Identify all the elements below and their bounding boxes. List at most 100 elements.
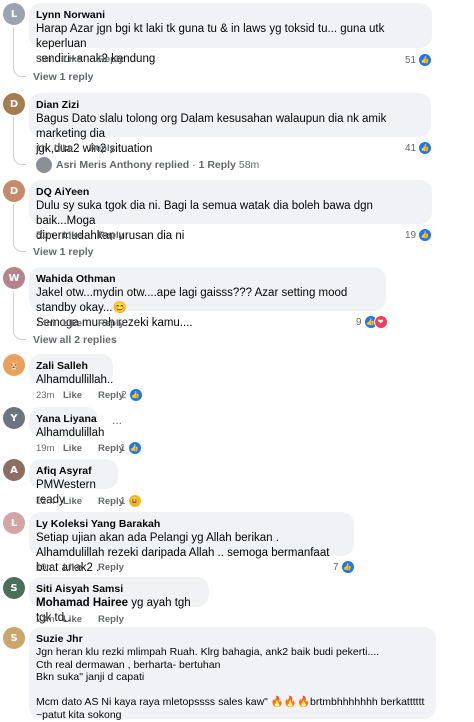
timestamp[interactable]: 51m xyxy=(36,230,63,241)
like-reaction-icon: 👍 xyxy=(418,141,433,155)
comment-meta: 19m Like Reply xyxy=(36,562,140,573)
comment-bubble: Wahida Othman Jakel otw...mydin otw....a… xyxy=(29,267,386,329)
like-button[interactable]: Like xyxy=(63,318,82,329)
comment-text: Alhamdulillah xyxy=(36,427,105,439)
reaction-summary[interactable]: 1 👍 xyxy=(120,441,142,455)
commenter-name[interactable]: Yana Liyana xyxy=(36,412,97,426)
like-reaction-icon: 👍 xyxy=(127,441,142,455)
like-button[interactable]: Like xyxy=(63,496,82,507)
like-button[interactable]: Like xyxy=(63,562,82,573)
reaction-summary[interactable]: 2 👍 xyxy=(121,388,143,402)
reply-button[interactable]: Reply xyxy=(98,54,124,65)
commenter-name[interactable]: Siti Aisyah Samsi xyxy=(36,582,201,596)
reaction-summary[interactable]: 7 👍 xyxy=(333,560,355,574)
tagged-user[interactable]: Mohamad Hairee xyxy=(36,597,128,609)
like-reaction-icon: 👍 xyxy=(340,560,355,574)
reply-action: replied xyxy=(154,159,190,171)
avatar[interactable]: L xyxy=(3,3,25,25)
avatar[interactable]: A xyxy=(3,459,25,481)
comment-bubble: DQ AiYeen Dulu sy suka tgok dia ni. Bagi… xyxy=(29,180,432,242)
reply-count: 1 Reply xyxy=(198,159,236,171)
timestamp[interactable]: 19m xyxy=(36,443,63,454)
commenter-name[interactable]: DQ AiYeen xyxy=(36,185,424,199)
comment-bubble: Zali Salleh Alhamdullillah.. xyxy=(29,354,113,386)
reaction-count: 1 xyxy=(120,442,126,454)
reply-time: 58m xyxy=(238,159,260,171)
avatar[interactable]: D xyxy=(3,180,25,202)
reply-separator: · xyxy=(192,159,196,171)
reaction-summary[interactable]: 1 😆 xyxy=(120,494,142,508)
like-button[interactable]: Like xyxy=(63,54,82,65)
reply-preview[interactable]: Asri Meris Anthony replied · 1 Reply 58m xyxy=(36,157,259,173)
reaction-count: 2 xyxy=(121,389,127,401)
timestamp[interactable]: 23m xyxy=(36,614,63,625)
comment-bubble: Afiq Asyraf PMWestern ready xyxy=(29,459,118,506)
reaction-count: 51 xyxy=(405,54,417,66)
avatar[interactable]: D xyxy=(3,93,25,115)
reaction-summary[interactable]: 41 👍 xyxy=(405,141,433,155)
reply-button[interactable]: Reply xyxy=(89,143,115,154)
timestamp[interactable]: 39m xyxy=(36,54,63,65)
avatar[interactable]: S xyxy=(3,577,25,599)
timestamp[interactable]: 19m xyxy=(36,562,63,573)
comment-meta: 1h Like Reply xyxy=(36,143,131,154)
thread-line xyxy=(13,117,26,165)
reaction-count: 41 xyxy=(405,142,417,154)
avatar[interactable]: S xyxy=(3,627,25,649)
timestamp[interactable]: 14m xyxy=(36,318,63,329)
view-replies-link[interactable]: View 1 reply xyxy=(33,246,94,258)
reply-button[interactable]: Reply xyxy=(98,390,124,401)
comment-bubble: Suzie Jhr Jgn heran klu rezki mlimpah Ru… xyxy=(29,627,436,721)
commenter-name[interactable]: Dian Zizi xyxy=(36,98,423,112)
avatar xyxy=(36,157,52,173)
comment-bubble: Ly Koleksi Yang Barakah Setiap ujian aka… xyxy=(29,512,354,574)
comment-meta: 23m Like Reply xyxy=(36,390,130,401)
thread-line xyxy=(13,204,26,252)
comment-meta: 14m Like Reply xyxy=(36,318,140,329)
comment-bubble: Yana Liyana Alhamdulillah xyxy=(29,407,104,439)
reaction-count: 1 xyxy=(120,495,126,507)
comment-meta: 23m Like Reply xyxy=(36,614,140,625)
comment-bubble: Lynn Norwani Harap Azar jgn bgi kt laki … xyxy=(29,3,432,65)
reply-button[interactable]: Reply xyxy=(98,562,124,573)
commenter-name[interactable]: Wahida Othman xyxy=(36,272,378,286)
comment-text: Alhamdullillah.. xyxy=(36,374,114,386)
comment-meta: 19m Like Reply xyxy=(36,443,130,454)
like-reaction-icon: 👍 xyxy=(418,53,433,67)
avatar[interactable]: W xyxy=(3,267,25,289)
more-options-icon[interactable]: ... xyxy=(112,413,122,427)
like-button[interactable]: Like xyxy=(63,230,82,241)
comment-meta: 12m Like Reply xyxy=(36,496,130,507)
commenter-name[interactable]: Afiq Asyraf xyxy=(36,464,110,478)
reaction-count: 7 xyxy=(333,561,339,573)
avatar[interactable]: L xyxy=(3,512,25,534)
view-replies-link[interactable]: View 1 reply xyxy=(33,71,94,83)
comment-meta: 39m Like Reply xyxy=(36,54,140,65)
commenter-name[interactable]: Zali Salleh xyxy=(36,359,105,373)
timestamp[interactable]: 1h xyxy=(36,143,54,154)
commenter-name[interactable]: Ly Koleksi Yang Barakah xyxy=(36,517,346,531)
reaction-summary[interactable]: 9 👍 ❤ xyxy=(356,315,388,329)
reply-button[interactable]: Reply xyxy=(98,318,124,329)
comment-meta: 51m Like Reply xyxy=(36,230,140,241)
timestamp[interactable]: 23m xyxy=(36,390,63,401)
view-replies-link[interactable]: View all 2 replies xyxy=(33,334,117,346)
like-button[interactable]: Like xyxy=(63,390,82,401)
reaction-summary[interactable]: 51 👍 xyxy=(405,53,433,67)
reaction-summary[interactable]: 19 👍 xyxy=(405,228,433,242)
comment-text: Jgn heran klu rezki mlimpah Ruah. Klrg b… xyxy=(36,646,425,721)
like-reaction-icon: 👍 xyxy=(128,388,143,402)
like-button[interactable]: Like xyxy=(63,614,82,625)
reply-button[interactable]: Reply xyxy=(98,230,124,241)
haha-reaction-icon: 😆 xyxy=(127,494,142,508)
avatar[interactable]: 🐹 xyxy=(3,354,25,376)
commenter-name[interactable]: Lynn Norwani xyxy=(36,8,424,22)
commenter-name[interactable]: Suzie Jhr xyxy=(36,632,428,646)
reaction-count: 19 xyxy=(405,229,417,241)
comment-bubble: Dian Zizi Bagus Dato slalu tolong org Da… xyxy=(29,93,431,155)
like-button[interactable]: Like xyxy=(63,443,82,454)
like-button[interactable]: Like xyxy=(54,143,73,154)
avatar[interactable]: Y xyxy=(3,407,25,429)
timestamp[interactable]: 12m xyxy=(36,496,63,507)
reply-button[interactable]: Reply xyxy=(98,614,124,625)
